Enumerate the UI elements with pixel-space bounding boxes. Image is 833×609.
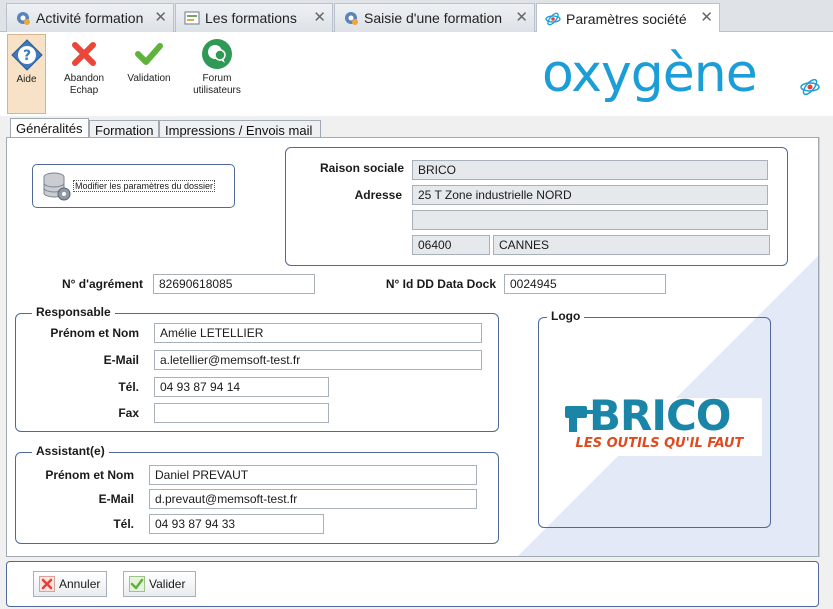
validation-label: Validation: [127, 73, 171, 84]
gear-icon: [345, 12, 358, 25]
forum-button[interactable]: Forum utilisateurs: [188, 34, 246, 114]
responsable-tel-field[interactable]: 04 93 87 94 14: [154, 377, 329, 397]
atom-icon: [545, 12, 561, 25]
adresse-line1-field[interactable]: 25 T Zone industrielle NORD: [412, 185, 768, 205]
close-icon[interactable]: ✕: [154, 10, 167, 25]
close-icon[interactable]: ✕: [700, 10, 713, 25]
responsable-title: Responsable: [32, 305, 115, 319]
raison-sociale-label: Raison sociale: [319, 161, 404, 175]
tab-label: Saisie d'une formation: [364, 10, 503, 26]
database-settings-icon: [43, 172, 71, 201]
modify-dossier-label: Modifier les paramètres du dossier: [73, 180, 216, 192]
atom-icon: [800, 78, 820, 96]
agrement-label: N° d'agrément: [62, 277, 143, 291]
generalites-panel: Modifier les paramètres du dossier Raiso…: [6, 137, 819, 557]
aide-button[interactable]: ? Aide: [7, 34, 46, 114]
help-icon: ?: [10, 39, 43, 71]
tab-label: Les formations: [205, 10, 297, 26]
tab-generalites[interactable]: Généralités: [10, 118, 89, 139]
validation-button[interactable]: Validation: [122, 34, 176, 114]
ville-field[interactable]: CANNES: [493, 235, 770, 255]
forum-icon: [202, 39, 232, 69]
datadock-field[interactable]: 0024945: [504, 274, 666, 294]
bottom-action-bar: Annuler Valider: [6, 561, 819, 607]
assistant-prenom-nom-field[interactable]: Daniel PREVAUT: [149, 465, 477, 485]
form-icon: [184, 11, 200, 25]
assistant-prenom-nom-label: Prénom et Nom: [45, 468, 134, 482]
oxygene-logo: oxygène: [542, 44, 758, 104]
vertical-scrollbar[interactable]: [819, 137, 833, 557]
agrement-field[interactable]: 82690618085: [153, 274, 315, 294]
cancel-icon: [39, 576, 55, 592]
tab-parametres-societe[interactable]: Paramètres société ✕: [536, 3, 720, 33]
assistant-box: Assistant(e) Prénom et Nom Daniel PREVAU…: [15, 444, 499, 544]
abandon-button[interactable]: Abandon Echap: [58, 34, 110, 114]
brico-logo-image: BRICO LES OUTILS QU'IL FAUT: [557, 394, 762, 456]
responsable-fax-field[interactable]: [154, 403, 329, 423]
assistant-title: Assistant(e): [32, 444, 109, 458]
checkmark-icon: [135, 43, 163, 65]
valider-button[interactable]: Valider: [123, 571, 196, 597]
datadock-label: N° Id DD Data Dock: [385, 277, 496, 291]
assistant-email-label: E-Mail: [98, 492, 134, 506]
toolbar: ? Aide Abandon Echap Validation Forum ut…: [0, 32, 833, 116]
responsable-prenom-nom-field[interactable]: Amélie LETELLIER: [154, 323, 482, 343]
close-icon[interactable]: ✕: [515, 10, 528, 25]
assistant-tel-field[interactable]: 04 93 87 94 33: [149, 514, 324, 534]
adresse-line2-field[interactable]: [412, 210, 768, 230]
tab-label: Activité formation: [36, 10, 144, 26]
raison-sociale-field[interactable]: BRICO: [412, 160, 768, 180]
tab-bar: Activité formation ✕ Les formations ✕ Sa…: [0, 0, 833, 33]
logo-box[interactable]: Logo BRICO LES OUTILS QU'IL FAUT: [538, 309, 771, 528]
responsable-box: Responsable Prénom et Nom Amélie LETELLI…: [15, 305, 499, 432]
adresse-label: Adresse: [354, 188, 402, 202]
modify-dossier-button[interactable]: Modifier les paramètres du dossier: [32, 164, 235, 208]
brico-slogan: LES OUTILS QU'IL FAUT: [575, 436, 744, 451]
assistant-tel-label: Tél.: [113, 517, 134, 531]
tab-saisie-formation[interactable]: Saisie d'une formation ✕: [334, 3, 535, 32]
sub-tab-bar: Généralités Formation Impressions / Envo…: [6, 118, 826, 139]
brico-logo-text: BRICO: [589, 391, 732, 440]
tab-activite-formation[interactable]: Activité formation ✕: [6, 3, 174, 32]
checkmark-icon: [129, 576, 145, 592]
responsable-email-label: E-Mail: [103, 353, 139, 367]
annuler-label: Annuler: [59, 577, 101, 591]
close-icon[interactable]: ✕: [313, 10, 326, 25]
valider-label: Valider: [149, 577, 186, 591]
code-postal-field[interactable]: 06400: [412, 235, 490, 255]
tab-label: Paramètres société: [566, 10, 687, 27]
responsable-prenom-nom-label: Prénom et Nom: [50, 326, 139, 340]
annuler-button[interactable]: Annuler: [33, 571, 107, 597]
responsable-fax-label: Fax: [118, 406, 139, 420]
responsable-tel-label: Tél.: [118, 380, 139, 394]
logo-title: Logo: [547, 309, 585, 323]
forum-label-2: utilisateurs: [193, 85, 241, 96]
aide-label: Aide: [16, 74, 37, 85]
svg-text:?: ?: [22, 48, 30, 64]
cancel-icon: [72, 42, 96, 66]
responsable-email-field[interactable]: a.letellier@memsoft-test.fr: [154, 350, 482, 370]
abandon-label-2: Echap: [69, 85, 99, 96]
abandon-label-1: Abandon: [63, 73, 105, 84]
tab-les-formations[interactable]: Les formations ✕: [175, 3, 333, 32]
gear-icon: [17, 12, 30, 25]
forum-label-1: Forum: [202, 73, 232, 84]
assistant-email-field[interactable]: d.prevaut@memsoft-test.fr: [149, 489, 477, 509]
company-box: Raison sociale BRICO Adresse 25 T Zone i…: [285, 147, 788, 266]
